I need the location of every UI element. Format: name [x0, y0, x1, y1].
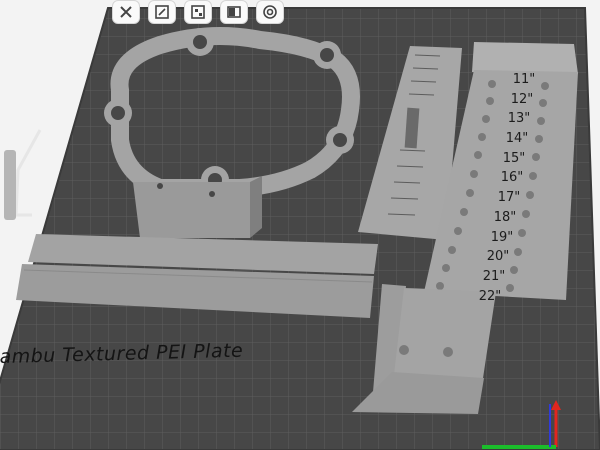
- view-icon: [227, 6, 241, 18]
- close-tool-button[interactable]: [112, 0, 140, 24]
- ruler-label: 14": [505, 131, 529, 147]
- ruler-label: 13": [507, 111, 531, 127]
- ruler-label: 22": [478, 288, 502, 304]
- view-tool-button[interactable]: [220, 0, 248, 24]
- ruler-label: 17": [497, 190, 521, 206]
- top-toolbar: [112, 0, 284, 30]
- ruler-label: 12": [510, 91, 534, 107]
- ruler-label: 16": [500, 170, 524, 186]
- gear-icon: [263, 5, 277, 19]
- arrange-icon: [155, 5, 169, 19]
- inch-ruler-labels: 11" 12" 13" 14" 15" 16" 17" 18" 19" 20" …: [479, 70, 542, 306]
- plate-tool-button[interactable]: [184, 0, 212, 24]
- ruler-label: 15": [502, 150, 526, 166]
- ruler-label: 11": [512, 72, 536, 87]
- ruler-label: 21": [482, 268, 506, 284]
- arrange-tool-button[interactable]: [148, 0, 176, 24]
- ruler-label: 19": [490, 229, 514, 245]
- settings-tool-button[interactable]: [256, 0, 284, 24]
- ruler-label: 18": [493, 209, 517, 225]
- close-icon: [120, 6, 132, 18]
- ruler-label: 20": [486, 249, 510, 265]
- plate-icon: [191, 5, 205, 19]
